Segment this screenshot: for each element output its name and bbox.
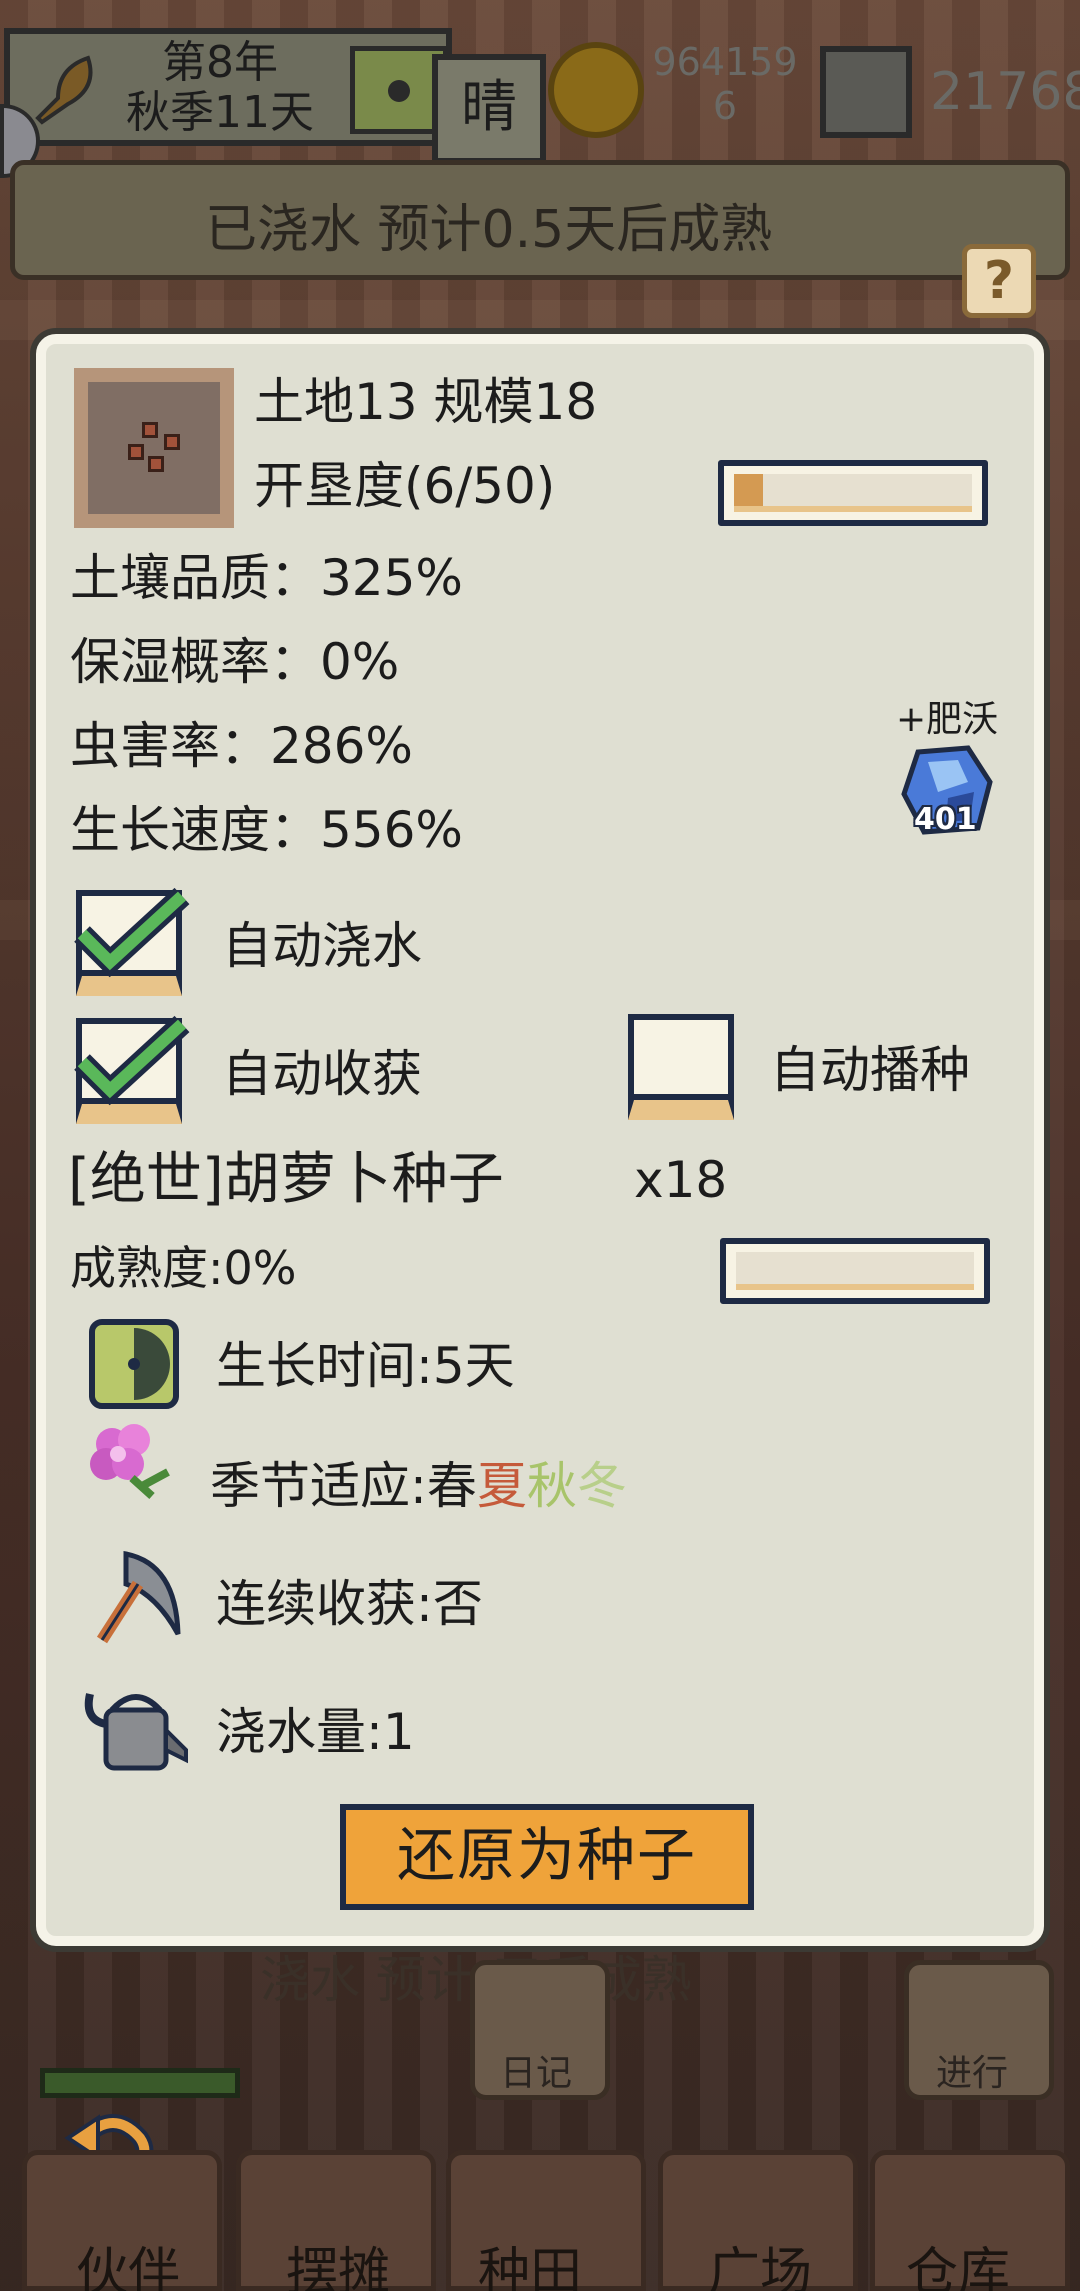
top-bar: 第8年 秋季11天 晴 964159 6 217680 [0, 0, 1080, 164]
season-winter: 冬 [576, 1457, 627, 1515]
clock-icon [89, 1319, 179, 1409]
date-panel: 第8年 秋季11天 [4, 28, 452, 146]
proceed-label: 进行 [936, 2053, 1009, 2094]
season-adapt: 季节适应:春夏秋冬 [210, 1456, 627, 1516]
flower-icon [90, 1424, 170, 1499]
season-day-label: 秋季11天 [126, 87, 314, 138]
nav-plaza-label: 广场 [708, 2243, 813, 2291]
gem-icon [820, 46, 912, 138]
auto-harvest-label: 自动收获 [222, 1045, 422, 1103]
auto-sow-label: 自动播种 [770, 1041, 970, 1099]
maturity-label: 成熟度:0% [70, 1241, 297, 1295]
growth-speed: 生长速度：556% [70, 801, 463, 859]
maturity-bar [720, 1238, 990, 1304]
gold-coin-icon [548, 42, 644, 138]
gem-amount: 217680 [930, 62, 1080, 122]
status-banner-text: 已浇水 预计0.5天后成熟 [205, 200, 773, 260]
gold-amount-line2: 6 [712, 84, 738, 128]
leaf-icon [35, 55, 93, 125]
water-amount: 浇水量:1 [216, 1703, 415, 1761]
nav-warehouse-label: 仓库 [906, 2243, 1011, 2291]
gold-amount: 964159 6 [650, 40, 800, 128]
grow-time: 生长时间:5天 [216, 1337, 515, 1395]
scythe-icon [96, 1550, 181, 1644]
moisture-rate: 保湿概率：0% [70, 633, 400, 691]
auto-water-label: 自动浇水 [222, 917, 422, 975]
nav-partner-label: 伙伴 [76, 2243, 181, 2291]
continuous-harvest: 连续收获:否 [216, 1575, 483, 1633]
status-banner: 已浇水 预计0.5天后成熟 [10, 160, 1070, 280]
auto-water-checkbox[interactable] [74, 887, 190, 996]
watering-can-icon [84, 1693, 188, 1771]
restore-seed-button[interactable]: 还原为种子 [340, 1804, 754, 1910]
year-label: 第8年 [162, 37, 278, 88]
cultivation-bar-fill [734, 474, 763, 506]
fertilizer-count: 401 [914, 802, 977, 837]
auto-harvest-checkbox[interactable] [74, 1015, 190, 1124]
seed-count: x18 [634, 1151, 728, 1209]
date-text: 第8年 秋季11天 [110, 38, 330, 138]
fertilize-label: +肥沃 [896, 699, 999, 740]
pest-rate: 虫害率：286% [70, 717, 413, 775]
character-hp-bar [40, 2068, 240, 2098]
weather-indicator[interactable]: 晴 [432, 54, 546, 164]
cultivation-bar [718, 460, 988, 526]
diary-label: 日记 [500, 2053, 573, 2094]
check-icon [74, 887, 190, 978]
season-prefix: 季节适应: [210, 1457, 427, 1515]
field-detail-dialog: 土地13 规模18 开垦度(6/50) 土壤品质：325% 保湿概率：0% 虫害… [36, 334, 1044, 1946]
gold-amount-line1: 964159 [652, 40, 798, 84]
season-spring: 春 [426, 1457, 477, 1515]
check-icon [74, 1015, 190, 1106]
nav-farming-label: 种田 [478, 2243, 583, 2291]
cultivation-label: 开垦度(6/50) [254, 457, 556, 515]
field-icon [74, 368, 234, 528]
season-summer: 夏 [476, 1457, 527, 1515]
help-button[interactable]: ? [962, 244, 1036, 318]
nav-stall-label: 摆摊 [286, 2243, 391, 2291]
soil-quality: 土壤品质：325% [70, 549, 463, 607]
seed-name: [绝世]胡萝卜种子 [68, 1147, 504, 1212]
season-autumn: 秋 [526, 1457, 577, 1515]
auto-sow-checkbox[interactable] [628, 1014, 734, 1120]
field-title: 土地13 规模18 [254, 373, 598, 431]
